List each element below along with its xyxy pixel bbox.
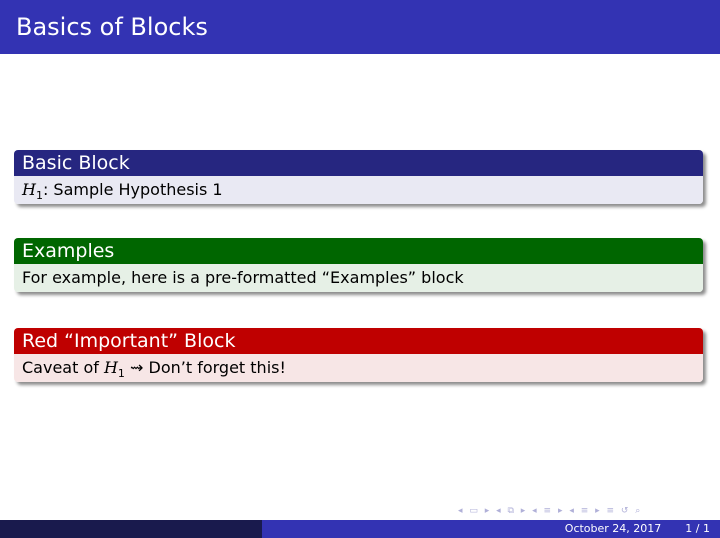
basic-block-title: Basic Block bbox=[14, 150, 703, 176]
alert-block: Red “Important” Block Caveat of H1 ⇝ Don… bbox=[14, 328, 703, 382]
caveat-variable: H bbox=[103, 358, 118, 377]
footer-left-panel bbox=[0, 520, 262, 538]
frame-title: Basics of Blocks bbox=[0, 0, 720, 54]
alert-block-body: Caveat of H1 ⇝ Don’t forget this! bbox=[14, 354, 703, 382]
footer-right-panel: October 24, 2017 1 / 1 bbox=[262, 520, 720, 538]
hypothesis-variable: H bbox=[22, 180, 36, 199]
navigation-icons[interactable]: ◂ ▭ ▸ ◂ ⧉ ▸ ◂ ≡ ▸ ◂ ≡ ▸ ≡ ↺ ⌕ bbox=[458, 506, 708, 518]
alert-block-text-pre: Caveat of bbox=[22, 358, 104, 377]
alert-block-title: Red “Important” Block bbox=[14, 328, 703, 354]
basic-block-text: : Sample Hypothesis 1 bbox=[42, 180, 223, 199]
basic-block: Basic Block H1: Sample Hypothesis 1 bbox=[14, 150, 703, 204]
footer-date: October 24, 2017 bbox=[564, 522, 662, 535]
examples-block-title: Examples bbox=[14, 238, 703, 264]
footer-bar: October 24, 2017 1 / 1 bbox=[0, 520, 720, 538]
footer-page-number: 1 / 1 bbox=[685, 522, 710, 535]
examples-block-body: For example, here is a pre-formatted “Ex… bbox=[14, 264, 703, 292]
basic-block-body: H1: Sample Hypothesis 1 bbox=[14, 176, 703, 204]
hypothesis-subscript: 1 bbox=[35, 189, 43, 203]
examples-block: Examples For example, here is a pre-form… bbox=[14, 238, 703, 292]
caveat-subscript: 1 bbox=[117, 367, 125, 381]
alert-block-text-post: ⇝ Don’t forget this! bbox=[124, 358, 286, 377]
